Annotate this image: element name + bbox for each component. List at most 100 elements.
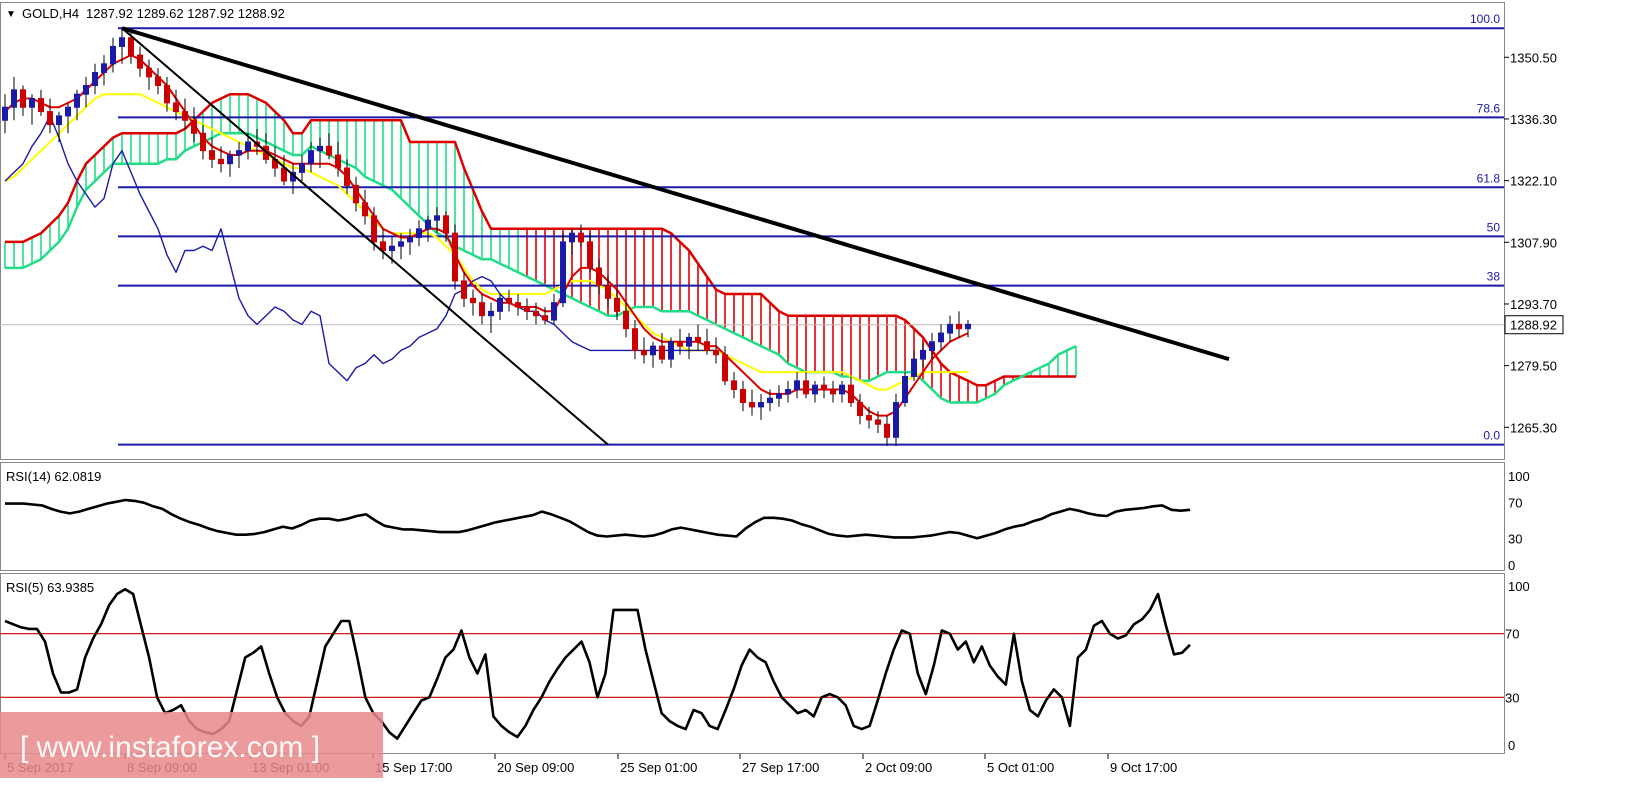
fib-level-label: 100.0 bbox=[1470, 12, 1500, 26]
candle-body bbox=[56, 115, 62, 126]
candle-body bbox=[749, 402, 755, 408]
candle-body bbox=[623, 310, 629, 330]
time-axis-label: 5 Oct 01:00 bbox=[987, 760, 1054, 775]
candle-body bbox=[389, 245, 395, 252]
candle-body bbox=[551, 302, 557, 321]
candle-body bbox=[812, 384, 818, 395]
candle-body bbox=[92, 71, 98, 87]
candle-body bbox=[299, 163, 305, 173]
price-axis-label: 1350.50 bbox=[1510, 50, 1557, 65]
candle-body bbox=[470, 297, 476, 304]
candle-body bbox=[929, 341, 935, 351]
candle-body bbox=[227, 154, 233, 165]
rsi-axis-label: 0 bbox=[1508, 558, 1515, 573]
price-axis-label: 1307.90 bbox=[1510, 235, 1557, 250]
candle-body bbox=[362, 202, 368, 217]
candle-body bbox=[695, 336, 701, 343]
candle-body bbox=[128, 37, 134, 56]
candle-body bbox=[911, 358, 917, 377]
candle-body bbox=[101, 63, 107, 73]
rsi-axis-label: 100 bbox=[1508, 469, 1530, 484]
candle-body bbox=[587, 241, 593, 269]
candle-body bbox=[776, 393, 782, 399]
candle-body bbox=[20, 89, 26, 108]
candle-body bbox=[569, 232, 575, 243]
candle-body bbox=[137, 54, 143, 69]
candle-body bbox=[857, 402, 863, 417]
candle-body bbox=[524, 306, 530, 312]
candle-body bbox=[281, 167, 287, 182]
candle-body bbox=[542, 315, 548, 321]
price-axis-label: 1322.10 bbox=[1510, 174, 1557, 189]
rsi-axis-label: 30 bbox=[1508, 531, 1522, 546]
candle-body bbox=[461, 280, 467, 299]
candle-body bbox=[821, 384, 827, 391]
candle-body bbox=[164, 85, 170, 104]
candle-body bbox=[434, 215, 440, 221]
candle-body bbox=[560, 241, 566, 304]
candle-body bbox=[173, 102, 179, 113]
time-axis-label: 27 Sep 17:00 bbox=[742, 760, 819, 775]
candle-body bbox=[839, 384, 845, 395]
candle-body bbox=[119, 37, 125, 47]
candle-body bbox=[416, 228, 422, 239]
candle-body bbox=[893, 402, 899, 438]
candle-body bbox=[920, 349, 926, 360]
rsi5-label: RSI(5) 63.9385 bbox=[6, 580, 94, 595]
price-expand-icon[interactable]: ▼ bbox=[6, 9, 16, 20]
price-axis-label: 1336.30 bbox=[1510, 112, 1557, 127]
candle-body bbox=[371, 215, 377, 243]
candle-body bbox=[506, 297, 512, 304]
candle-body bbox=[452, 232, 458, 282]
candle-body bbox=[875, 419, 881, 425]
rsi14-series bbox=[5, 498, 1191, 540]
candle-body bbox=[29, 98, 35, 108]
candle-body bbox=[533, 310, 539, 317]
candle-body bbox=[668, 341, 674, 360]
candle-body bbox=[614, 297, 620, 312]
fib-level-label: 50 bbox=[1487, 220, 1501, 234]
rsi-level-label: 30 bbox=[1505, 690, 1519, 705]
candle-body bbox=[308, 150, 314, 165]
time-axis-label: 15 Sep 17:00 bbox=[375, 760, 452, 775]
candle-body bbox=[236, 150, 242, 156]
candle-body bbox=[947, 323, 953, 334]
candle-body bbox=[902, 375, 908, 404]
candle-body bbox=[65, 106, 71, 117]
symbol-label: GOLD,H4 bbox=[22, 6, 79, 21]
price-axis-label: 1265.30 bbox=[1510, 420, 1557, 435]
fib-level-label: 78.6 bbox=[1477, 101, 1501, 115]
ichimoku-cloud bbox=[4, 92, 1077, 404]
candle-body bbox=[209, 150, 215, 160]
candle-body bbox=[605, 284, 611, 299]
candle-body bbox=[398, 241, 404, 247]
chart-canvas: 100.0 78.6 61.8 50 38 0.0 1350.50 1336.30 1322.… bbox=[0, 2, 1564, 778]
candle-body bbox=[767, 397, 773, 404]
candle-body bbox=[578, 232, 584, 243]
watermark-text: [ www.instaforex.com ] bbox=[20, 731, 320, 764]
candle-body bbox=[11, 89, 17, 108]
candle-body bbox=[866, 415, 872, 421]
candle-body bbox=[632, 328, 638, 351]
candle-body bbox=[650, 345, 656, 356]
candle-body bbox=[200, 132, 206, 152]
candle-body bbox=[110, 45, 116, 65]
chikou-span-line bbox=[4, 115, 716, 382]
candle-body bbox=[479, 302, 485, 317]
candle-body bbox=[686, 336, 692, 347]
candle-body bbox=[182, 111, 188, 121]
candle-body bbox=[335, 154, 341, 169]
candle-body bbox=[659, 345, 665, 360]
candle-body bbox=[47, 111, 53, 126]
candle-body bbox=[38, 98, 44, 113]
candle-body bbox=[641, 349, 647, 356]
candle-body bbox=[956, 323, 962, 330]
candle-body bbox=[146, 67, 152, 78]
chart-window: 100.0 78.6 61.8 50 38 0.0 1350.50 1336.30 1322.… bbox=[0, 0, 1632, 811]
time-axis-label: 9 Oct 17:00 bbox=[1110, 760, 1177, 775]
current-price-label: 1288.92 bbox=[1510, 318, 1557, 333]
candle-body bbox=[740, 389, 746, 404]
candle-body bbox=[488, 310, 494, 317]
candle-body bbox=[938, 332, 944, 343]
candle-body bbox=[731, 380, 737, 391]
